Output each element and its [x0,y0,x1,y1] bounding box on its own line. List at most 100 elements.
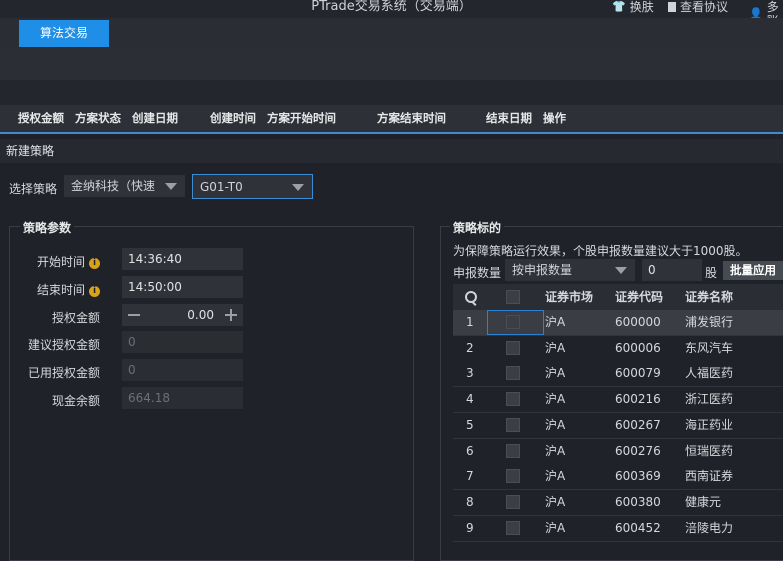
row-market: 沪A [545,340,566,355]
targets-legend: 策略标的 [450,219,505,236]
table-row[interactable]: 2 沪A 600006 东风汽车 [453,335,783,362]
suggest-amount-label: 建议授权金额 [27,338,100,352]
toolbar-area [0,48,783,80]
qty-unit: 股 [705,266,718,280]
new-strategy-title: 新建策略 [6,144,55,158]
row-market: 沪A [545,315,566,329]
row-name: 浦发银行 [685,315,734,329]
table-row[interactable]: 8 沪A 600380 健康元 [453,489,783,516]
targets-table-header: 证券市场 证券代码 证券名称 [453,284,783,310]
row-market: 沪A [545,417,566,432]
row-checkbox[interactable] [506,417,520,432]
col-plan-start-time[interactable]: 方案开始时间 [267,105,336,132]
col-code[interactable]: 证券代码 [615,284,663,310]
row-checkbox[interactable] [506,340,520,355]
row-checkbox[interactable] [506,443,520,458]
agreement-label: 查看协议 [680,0,729,14]
chevron-down-icon [165,183,177,190]
document-icon [668,2,676,12]
row-code: 600000 [615,315,661,329]
start-time-input[interactable]: 14:36:40 [122,248,243,270]
row-code: 600369 [615,469,661,484]
table-row[interactable]: 7 沪A 600369 西南证券 [453,464,783,491]
qty-label: 申报数量 [453,266,502,280]
auth-amount-stepper[interactable]: 0.00 [122,304,243,326]
spacer-band [0,80,783,105]
table-row[interactable]: 5 沪A 600267 海正药业 [453,412,783,439]
row-code: 600380 [615,494,661,509]
col-operation[interactable]: 操作 [543,105,566,132]
end-time-input[interactable]: 14:50:00 [122,276,243,298]
row-checkbox[interactable] [506,494,520,509]
plus-icon[interactable] [225,309,237,321]
qty-input[interactable]: 0 [642,259,702,281]
used-amount-field: 0 [122,359,243,381]
row-name: 人福医药 [685,366,734,381]
info-icon[interactable]: i [89,286,100,297]
agreement-button[interactable]: 查看协议 [668,0,728,14]
row-market: 沪A [545,469,566,484]
row-name: 涪陵电力 [685,520,734,535]
batch-apply-button[interactable]: 批量应用 [723,261,783,280]
col-plan-status[interactable]: 方案状态 [75,105,121,132]
col-create-date[interactable]: 创建日期 [132,105,178,132]
chevron-down-icon [615,267,627,274]
row-number: 9 [466,520,474,535]
row-market: 沪A [545,392,566,407]
chevron-down-icon [292,184,304,191]
col-auth-amount[interactable]: 授权金额 [18,105,64,132]
table-row[interactable]: 3 沪A 600079 人福医药 [453,361,783,388]
row-market: 沪A [545,520,566,535]
suggest-amount-field: 0 [122,331,243,353]
row-name: 西南证券 [685,469,734,484]
table-row[interactable]: 6 沪A 600276 恒瑞医药 [453,438,783,465]
row-name: 恒瑞医药 [685,443,734,458]
row-code: 600216 [615,392,661,407]
row-number: 5 [466,417,474,432]
targets-notice: 为保障策略运行效果，个股申报数量建议大于1000股。 [453,244,748,258]
col-create-time[interactable]: 创建时间 [210,105,256,132]
row-name: 浙江医药 [685,392,734,407]
row-code: 600267 [615,417,661,432]
select-strategy-label: 选择策略 [9,182,58,196]
row-number: 3 [466,366,474,381]
provider-select[interactable]: 金纳科技（快速 [64,175,185,197]
row-checkbox[interactable] [506,315,520,329]
col-end-date[interactable]: 结束日期 [486,105,532,132]
table-row[interactable]: 1 沪A 600000 浦发银行 [453,310,783,336]
tab-bar [0,18,783,48]
row-checkbox[interactable] [506,469,520,484]
col-market[interactable]: 证券市场 [545,284,593,310]
qty-mode-select[interactable]: 按申报数量 [505,259,635,281]
row-number: 6 [466,443,474,458]
row-checkbox[interactable] [506,366,520,381]
table-row[interactable]: 4 沪A 600216 浙江医药 [453,387,783,414]
row-name: 东风汽车 [685,340,734,355]
cash-label: 现金余额 [51,394,100,408]
select-all-checkbox[interactable] [506,290,520,304]
tab-algo-trading[interactable]: 算法交易 [19,20,109,47]
row-code: 600276 [615,443,661,458]
row-code: 600079 [615,366,661,381]
col-name[interactable]: 证券名称 [685,284,733,310]
row-checkbox[interactable] [506,520,520,535]
minus-icon[interactable] [128,314,140,316]
strategy-select[interactable]: G01-T0 [192,174,313,199]
start-time-label: 开始时间 i [0,253,100,270]
col-plan-end-time[interactable]: 方案结束时间 [377,105,446,132]
table-row[interactable]: 9 沪A 600452 涪陵电力 [453,515,783,542]
row-code: 600452 [615,520,661,535]
row-market: 沪A [545,443,566,458]
row-market: 沪A [545,494,566,509]
row-name: 海正药业 [685,417,734,432]
row-number: 4 [466,392,474,407]
params-legend: 策略参数 [20,219,75,236]
row-number: 7 [466,469,474,484]
shirt-icon: 👕 [612,0,626,13]
row-checkbox[interactable] [506,392,520,407]
skin-button[interactable]: 👕 换肤 [612,0,654,14]
provider-select-value: 金纳科技（快速 [71,179,156,193]
strategy-select-value: G01-T0 [200,180,243,194]
auth-amount-value: 0.00 [187,308,214,322]
info-icon[interactable]: i [89,258,100,269]
